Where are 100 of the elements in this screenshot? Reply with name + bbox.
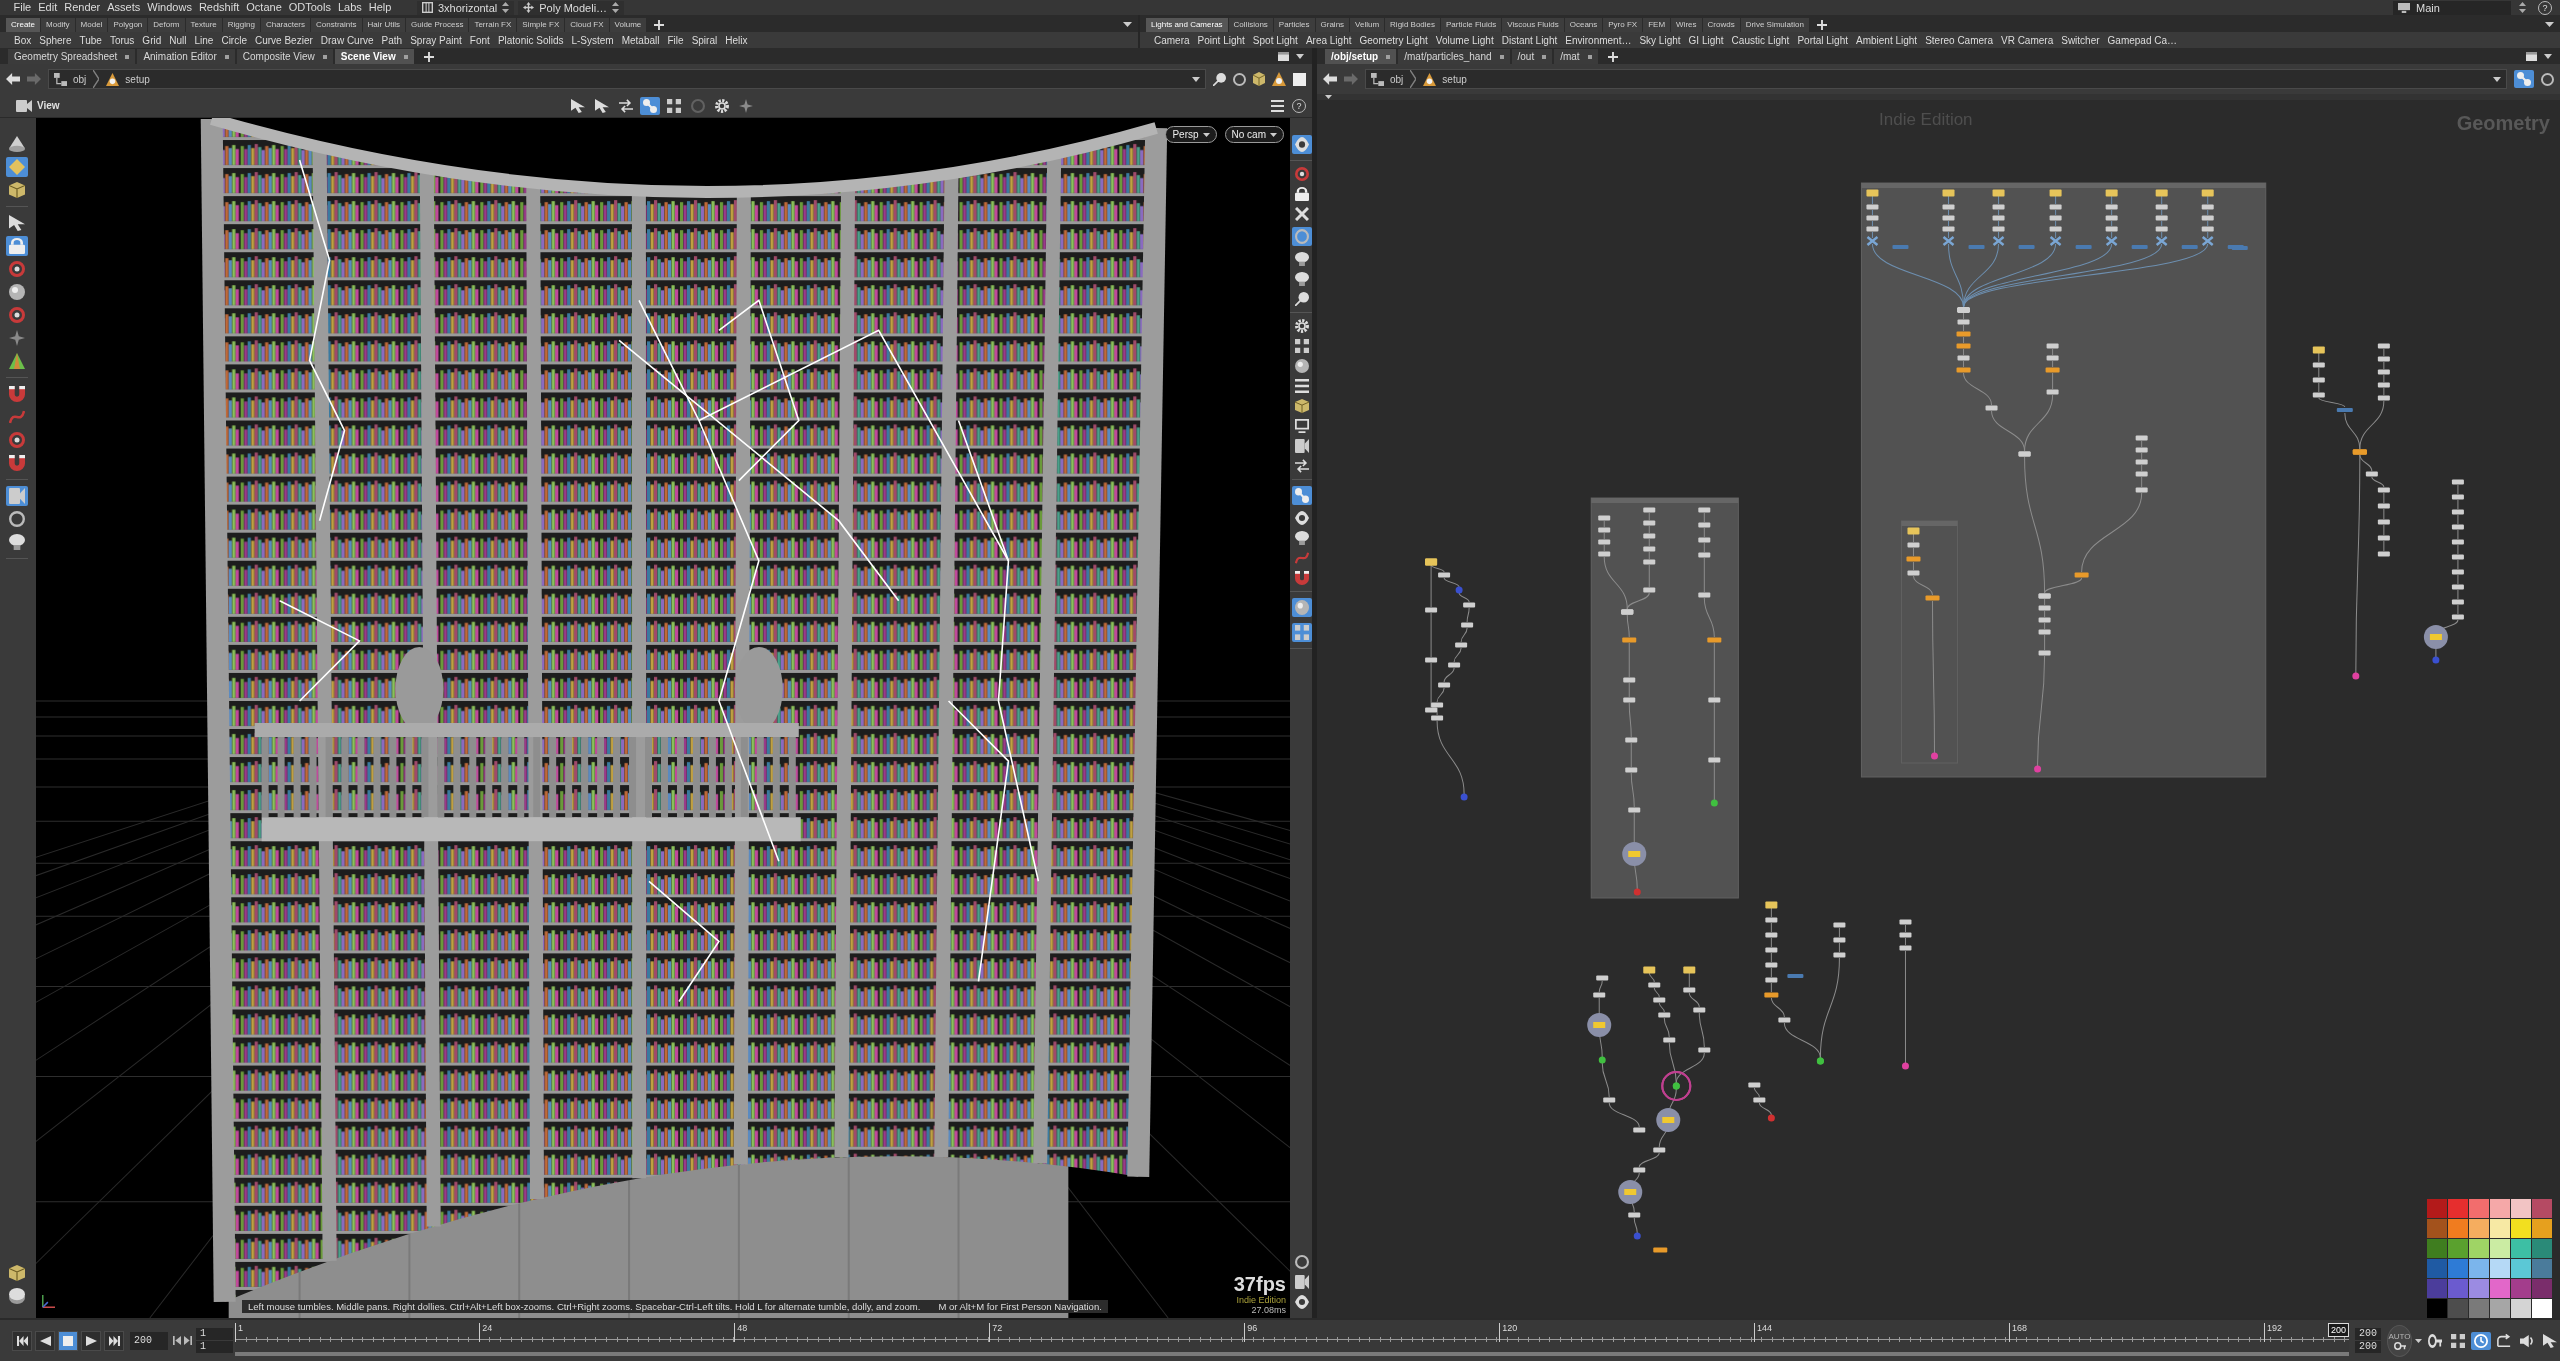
shelf-tab[interactable]: FEM — [1643, 18, 1671, 32]
eye-icon[interactable] — [1292, 135, 1312, 154]
back-arrow-icon[interactable] — [6, 73, 20, 85]
menu-item[interactable]: File — [10, 1, 35, 14]
back-arrow-icon[interactable] — [1323, 73, 1337, 85]
shelf-tool[interactable]: Torus — [105, 34, 139, 46]
color-swatch[interactable] — [2469, 1299, 2489, 1318]
shelf-tool[interactable]: Gamepad Ca… — [2103, 34, 2182, 46]
shelf-tab[interactable]: Oceans — [1564, 18, 1603, 32]
color-swatch[interactable] — [2427, 1199, 2447, 1218]
menu-item[interactable]: Labs — [334, 1, 366, 14]
path-segment[interactable]: setup — [1423, 72, 1467, 86]
play-button[interactable] — [81, 1330, 101, 1351]
range-end-field[interactable]: 200 — [2355, 1341, 2382, 1353]
shelf-tab[interactable]: Hair Utils — [362, 18, 405, 32]
first-frame-button[interactable] — [12, 1330, 32, 1351]
swap-arrows-icon[interactable] — [619, 98, 633, 113]
path-segment[interactable]: obj — [1371, 72, 1404, 86]
color-swatch[interactable] — [2427, 1239, 2447, 1258]
menu-item[interactable]: Octane — [242, 1, 286, 14]
menu-item[interactable]: Edit — [34, 1, 61, 14]
color-swatch[interactable] — [2511, 1199, 2531, 1218]
desktop-menu[interactable]: Main — [2393, 0, 2511, 15]
shelf-tool[interactable]: Metaball — [617, 34, 664, 46]
color-swatch[interactable] — [2532, 1279, 2552, 1298]
cube-icon[interactable] — [9, 1265, 25, 1281]
pane-tab[interactable]: /out — [1511, 49, 1553, 64]
up-down-arrows-icon[interactable] — [2519, 2, 2526, 13]
monitor-icon[interactable] — [1295, 419, 1309, 433]
sparkle-icon[interactable] — [9, 330, 25, 346]
shelf-tab[interactable]: Model — [75, 18, 108, 32]
color-swatch[interactable] — [2490, 1259, 2510, 1278]
color-swatch[interactable] — [2490, 1239, 2510, 1258]
transform-handle-icon[interactable] — [9, 261, 25, 277]
sphere-icon[interactable] — [1295, 359, 1309, 373]
shelf-tab[interactable]: Characters — [260, 18, 311, 32]
shelf-tool[interactable]: Spiral — [687, 34, 722, 46]
shelf-tab[interactable]: Create — [6, 18, 40, 32]
cross-icon[interactable] — [1295, 207, 1309, 221]
pane-tab[interactable]: /mat — [1554, 49, 1598, 64]
tab-menu-icon[interactable] — [403, 54, 408, 59]
step-forward-icon[interactable] — [184, 1336, 192, 1345]
options-lines-icon[interactable] — [1295, 379, 1309, 393]
camera-menu[interactable]: No cam — [1224, 126, 1284, 143]
color-swatch[interactable] — [2448, 1279, 2468, 1298]
bulb-icon[interactable] — [1295, 272, 1309, 286]
pane-tab[interactable]: /mat/particles_hand — [1398, 49, 1510, 64]
shelf-tool[interactable]: Spot Light — [1248, 34, 1302, 46]
tab-menu-icon[interactable] — [1542, 54, 1547, 59]
shelf-tab[interactable]: Guide Process — [405, 18, 469, 32]
shelf-tool[interactable]: Ambient Light — [1852, 34, 1922, 46]
color-swatch[interactable] — [2490, 1219, 2510, 1238]
shelf-tool[interactable]: Curve Bezier — [250, 34, 317, 46]
geometry-node-icon[interactable] — [1272, 72, 1286, 86]
tab-menu-icon[interactable] — [1587, 54, 1592, 59]
bulb-icon[interactable] — [9, 534, 25, 550]
shelf-tool[interactable]: Null — [165, 34, 191, 46]
menu-item[interactable]: Redshift — [195, 1, 243, 14]
color-swatch[interactable] — [2469, 1239, 2489, 1258]
color-swatch[interactable] — [2448, 1199, 2468, 1218]
grid-dots-icon[interactable] — [1292, 623, 1312, 642]
tab-menu-icon[interactable] — [322, 54, 327, 59]
plus-icon[interactable] — [1816, 20, 1827, 30]
color-swatch[interactable] — [2448, 1239, 2468, 1258]
magnet-icon[interactable] — [9, 386, 25, 402]
transform-handle-icon[interactable] — [9, 432, 25, 448]
shelf-tab[interactable]: Particles — [1273, 18, 1315, 32]
magnet-icon[interactable] — [9, 455, 25, 471]
color-swatch[interactable] — [2448, 1219, 2468, 1238]
playhead[interactable]: 200 — [2327, 1323, 2349, 1337]
shelf-tab[interactable]: Cloud FX — [565, 18, 609, 32]
current-frame-field[interactable]: 200 — [130, 1331, 168, 1350]
color-swatch[interactable] — [2490, 1299, 2510, 1318]
color-swatch[interactable] — [2427, 1299, 2447, 1318]
shelf-tool[interactable]: Switcher — [2057, 34, 2104, 46]
lock-icon[interactable] — [1295, 187, 1309, 201]
shelf-tab[interactable]: Modify — [41, 18, 75, 32]
step-back-icon[interactable] — [173, 1336, 181, 1345]
shelf-tab[interactable]: Constraints — [311, 18, 362, 32]
shelf-tab[interactable]: Particle Fluids — [1441, 18, 1502, 32]
shelf-tool[interactable]: Point Light — [1193, 34, 1249, 46]
shelf-tab[interactable]: Rigging — [222, 18, 260, 32]
range-end-field[interactable]: 200 — [2355, 1328, 2382, 1340]
camera-menu[interactable]: Persp — [1165, 126, 1217, 143]
tab-menu-icon[interactable] — [1499, 54, 1504, 59]
camera-icon[interactable] — [1295, 1275, 1309, 1289]
shelf-tool[interactable]: Spray Paint — [406, 34, 466, 46]
shelf-tool[interactable]: Line — [190, 34, 218, 46]
shelf-tool[interactable]: Volume Light — [1431, 34, 1498, 46]
color-swatch[interactable] — [2511, 1239, 2531, 1258]
magnifier-icon[interactable] — [1213, 72, 1226, 86]
shelf-tab[interactable]: Crowds — [1702, 18, 1740, 32]
caret-down-icon[interactable] — [2544, 53, 2552, 59]
shelf-tool[interactable]: Tube — [75, 34, 106, 46]
eye-icon[interactable] — [1295, 511, 1309, 525]
shelf-tab[interactable]: Deform — [148, 18, 185, 32]
play-backward-button[interactable] — [35, 1330, 55, 1351]
shelf-tool[interactable]: Portal Light — [1793, 34, 1852, 46]
gear-icon[interactable] — [715, 98, 729, 113]
range-start-field[interactable]: 1 — [196, 1328, 233, 1340]
